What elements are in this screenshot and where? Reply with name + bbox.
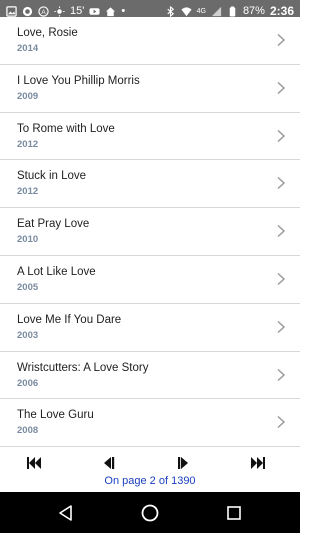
list-item[interactable]: Love, Rosie 2014 [0,17,300,65]
list-item[interactable]: Love Me If You Dare 2003 [0,303,300,352]
clock-text: 2:36 [269,4,294,18]
movie-year: 2010 [17,234,39,246]
list-item[interactable]: A Lot Like Love 2005 [0,255,300,304]
movie-year: 2006 [17,377,39,389]
battery-percent-text: 87% [242,5,265,17]
chevron-right-icon [277,368,286,381]
list-item[interactable]: The Love Guru 2008 [0,399,300,448]
list-item[interactable]: To Rome with Love 2012 [0,112,300,161]
movie-year: 2003 [17,329,39,341]
record-icon [22,6,33,16]
bluetooth-icon [166,5,174,17]
movie-year: 2009 [17,90,39,102]
movie-title: Wristcutters: A Love Story [17,361,149,374]
home-icon [106,6,116,16]
list-item[interactable]: Eat Pray Love 2010 [0,208,300,256]
chevron-right-icon [277,129,286,142]
weather-icon [54,5,65,17]
list-item[interactable]: Stuck in Love 2012 [0,160,300,209]
back-icon[interactable] [56,503,76,523]
signal-icon [211,6,222,16]
page-indicator: On page 2 of 1390 [104,475,196,487]
chevron-right-icon [277,320,286,333]
movie-year: 2014 [17,43,39,54]
movie-title: To Rome with Love [17,122,115,135]
movie-year: 2012 [17,186,39,198]
battery-icon [229,5,236,17]
movie-title: Stuck in Love [17,170,87,183]
letter-a-icon: A [38,5,49,17]
movie-year: 2005 [17,281,39,293]
movie-title: Love Me If You Dare [17,313,122,326]
movie-list: Love, Rosie 2014 I Love You Phillip Morr… [0,17,300,448]
recents-icon[interactable] [224,503,244,523]
image-icon [6,5,17,17]
movie-title: I Love You Phillip Morris [17,74,140,87]
first-page-icon[interactable] [26,456,42,470]
chevron-right-icon [277,81,286,94]
list-item[interactable]: Wristcutters: A Love Story 2006 [0,351,300,400]
system-nav-bar [0,492,300,533]
more-notifications-icon: • [121,5,126,17]
chevron-right-icon [277,416,286,429]
movie-title: Love, Rosie [17,27,78,39]
temperature-text: 15' [70,5,85,17]
chevron-right-icon [277,272,286,286]
home-button-icon[interactable] [140,503,160,523]
youtube-icon [89,7,100,15]
chevron-right-icon [277,225,286,238]
svg-text:A: A [41,8,46,15]
chevron-right-icon [277,177,286,190]
movie-title: A Lot Like Love [17,265,96,278]
movie-title: The Love Guru [17,409,94,422]
last-page-icon[interactable] [250,456,266,470]
network-type-text: 4G [196,7,206,15]
next-page-icon[interactable] [176,456,192,470]
list-item[interactable]: I Love You Phillip Morris 2009 [0,64,300,113]
movie-title: Eat Pray Love [17,218,90,231]
wifi-icon [181,6,192,16]
previous-page-icon[interactable] [100,456,116,470]
movie-year: 2008 [17,425,39,437]
chevron-right-icon [277,33,286,47]
pagination-bar: On page 2 of 1390 [0,448,300,492]
movie-year: 2012 [17,138,39,150]
